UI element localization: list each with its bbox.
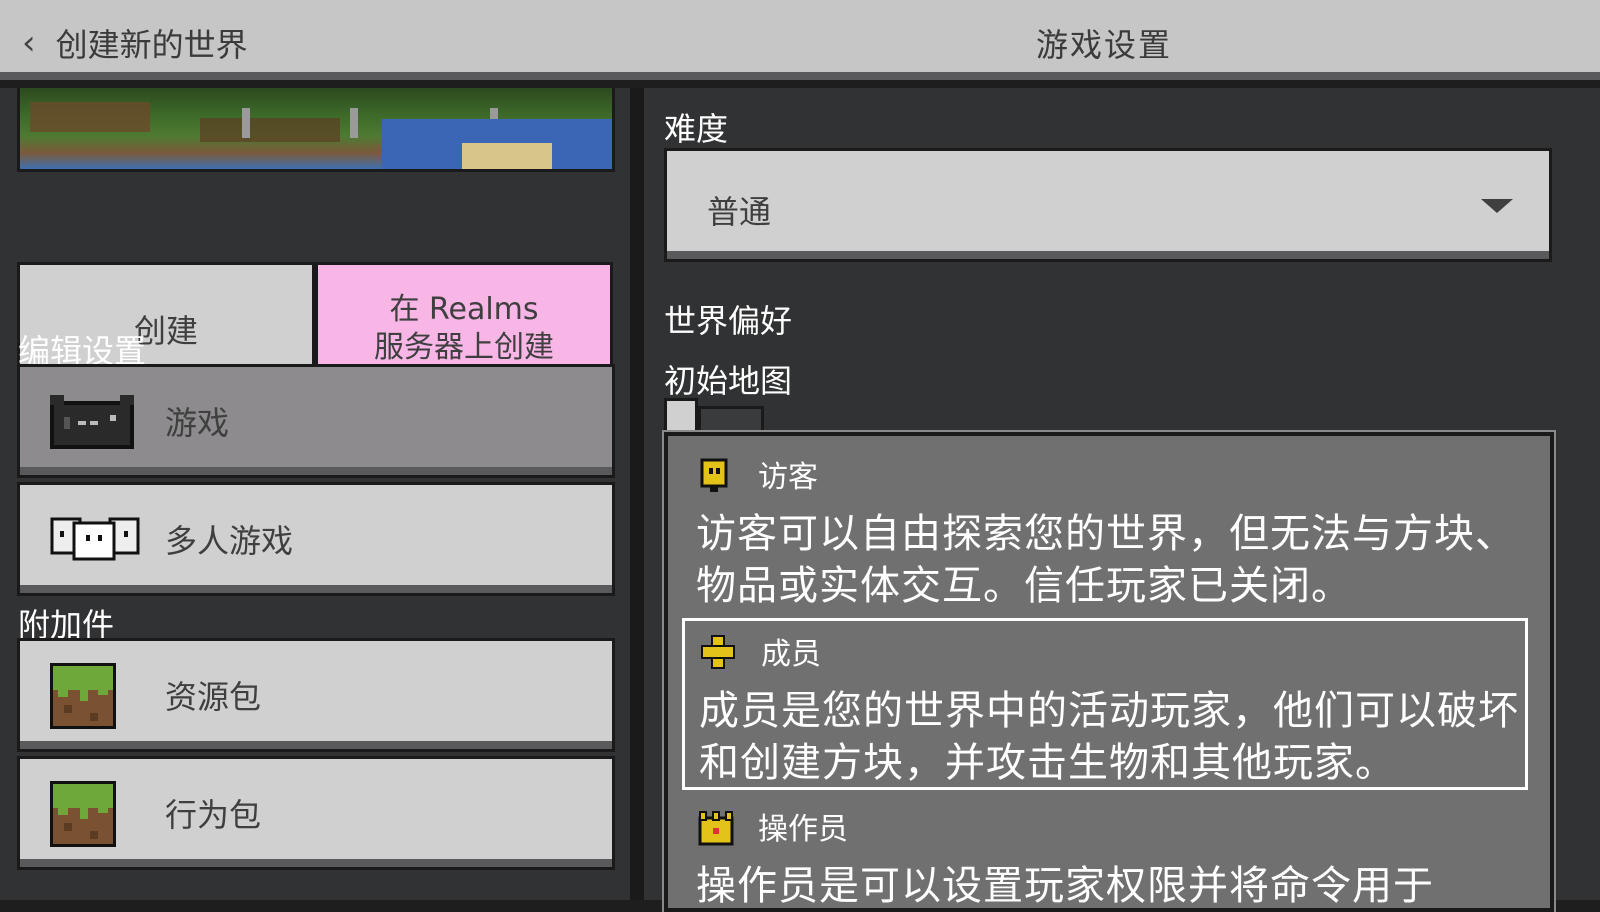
grass-block-icon bbox=[50, 663, 116, 733]
realms-button-line2: 服务器上创建 bbox=[374, 330, 554, 365]
back-button[interactable]: ‹ 创建新的世界 bbox=[22, 20, 248, 66]
world-preview-image bbox=[17, 88, 615, 172]
page-title: 游戏设置 bbox=[1036, 26, 1173, 64]
member-title: 成员 bbox=[761, 637, 821, 672]
visitor-description: 访客可以自由探索您的世界，但无法与方块、物品或实体交互。信任玩家已关闭。 bbox=[696, 511, 1516, 609]
member-icon bbox=[701, 635, 735, 669]
operator-icon bbox=[698, 810, 734, 846]
permission-option-operator[interactable]: 操作员 操作员是可以设置玩家权限并将命令用于 bbox=[682, 796, 1528, 909]
multiplayer-icon bbox=[50, 513, 140, 567]
top-bar: ‹ 创建新的世界 游戏设置 bbox=[0, 0, 1600, 80]
permission-option-member[interactable]: 成员 成员是您的世界中的活动玩家，他们可以破坏和创建方块，并攻击生物和其他玩家。 bbox=[682, 618, 1528, 790]
operator-description: 操作员是可以设置玩家权限并将命令用于 bbox=[696, 863, 1434, 909]
nav-game-button[interactable]: 游戏 bbox=[17, 364, 615, 478]
grass-block-icon bbox=[50, 781, 116, 851]
resource-packs-button[interactable]: 资源包 bbox=[17, 638, 615, 752]
nav-multiplayer-label: 多人游戏 bbox=[165, 522, 294, 560]
difficulty-dropdown[interactable]: 普通 bbox=[664, 148, 1552, 262]
left-panel: 创建 在 Realms 服务器上创建 编辑设置 游戏 多人游戏 附加件 资源包 … bbox=[0, 88, 644, 900]
difficulty-value: 普通 bbox=[707, 193, 772, 231]
permission-option-visitor[interactable]: 访客 访客可以自由探索您的世界，但无法与方块、物品或实体交互。信任玩家已关闭。 bbox=[682, 444, 1528, 622]
difficulty-label: 难度 bbox=[664, 110, 729, 148]
behavior-packs-button[interactable]: 行为包 bbox=[17, 756, 615, 870]
operator-title: 操作员 bbox=[758, 812, 848, 847]
chevron-down-icon bbox=[1481, 199, 1513, 213]
realms-button-line1: 在 Realms bbox=[389, 292, 539, 327]
behavior-packs-label: 行为包 bbox=[165, 796, 262, 834]
chevron-left-icon: ‹ bbox=[22, 23, 36, 63]
nav-game-label: 游戏 bbox=[165, 404, 230, 442]
member-description: 成员是您的世界中的活动玩家，他们可以破坏和创建方块，并攻击生物和其他玩家。 bbox=[699, 688, 1519, 786]
resource-packs-label: 资源包 bbox=[165, 678, 262, 716]
world-preferences-label: 世界偏好 bbox=[664, 302, 793, 340]
right-panel: 难度 普通 世界偏好 初始地图 访客 访客可以自由探索您的世界，但无法与方块、物… bbox=[644, 88, 1600, 912]
nav-multiplayer-button[interactable]: 多人游戏 bbox=[17, 482, 615, 596]
visitor-title: 访客 bbox=[758, 460, 818, 495]
permission-level-dropdown-list: 访客 访客可以自由探索您的世界，但无法与方块、物品或实体交互。信任玩家已关闭。 … bbox=[662, 430, 1556, 912]
visitor-icon bbox=[698, 458, 730, 492]
controller-icon bbox=[50, 395, 134, 457]
starting-map-label: 初始地图 bbox=[664, 362, 793, 400]
back-label: 创建新的世界 bbox=[55, 26, 248, 64]
